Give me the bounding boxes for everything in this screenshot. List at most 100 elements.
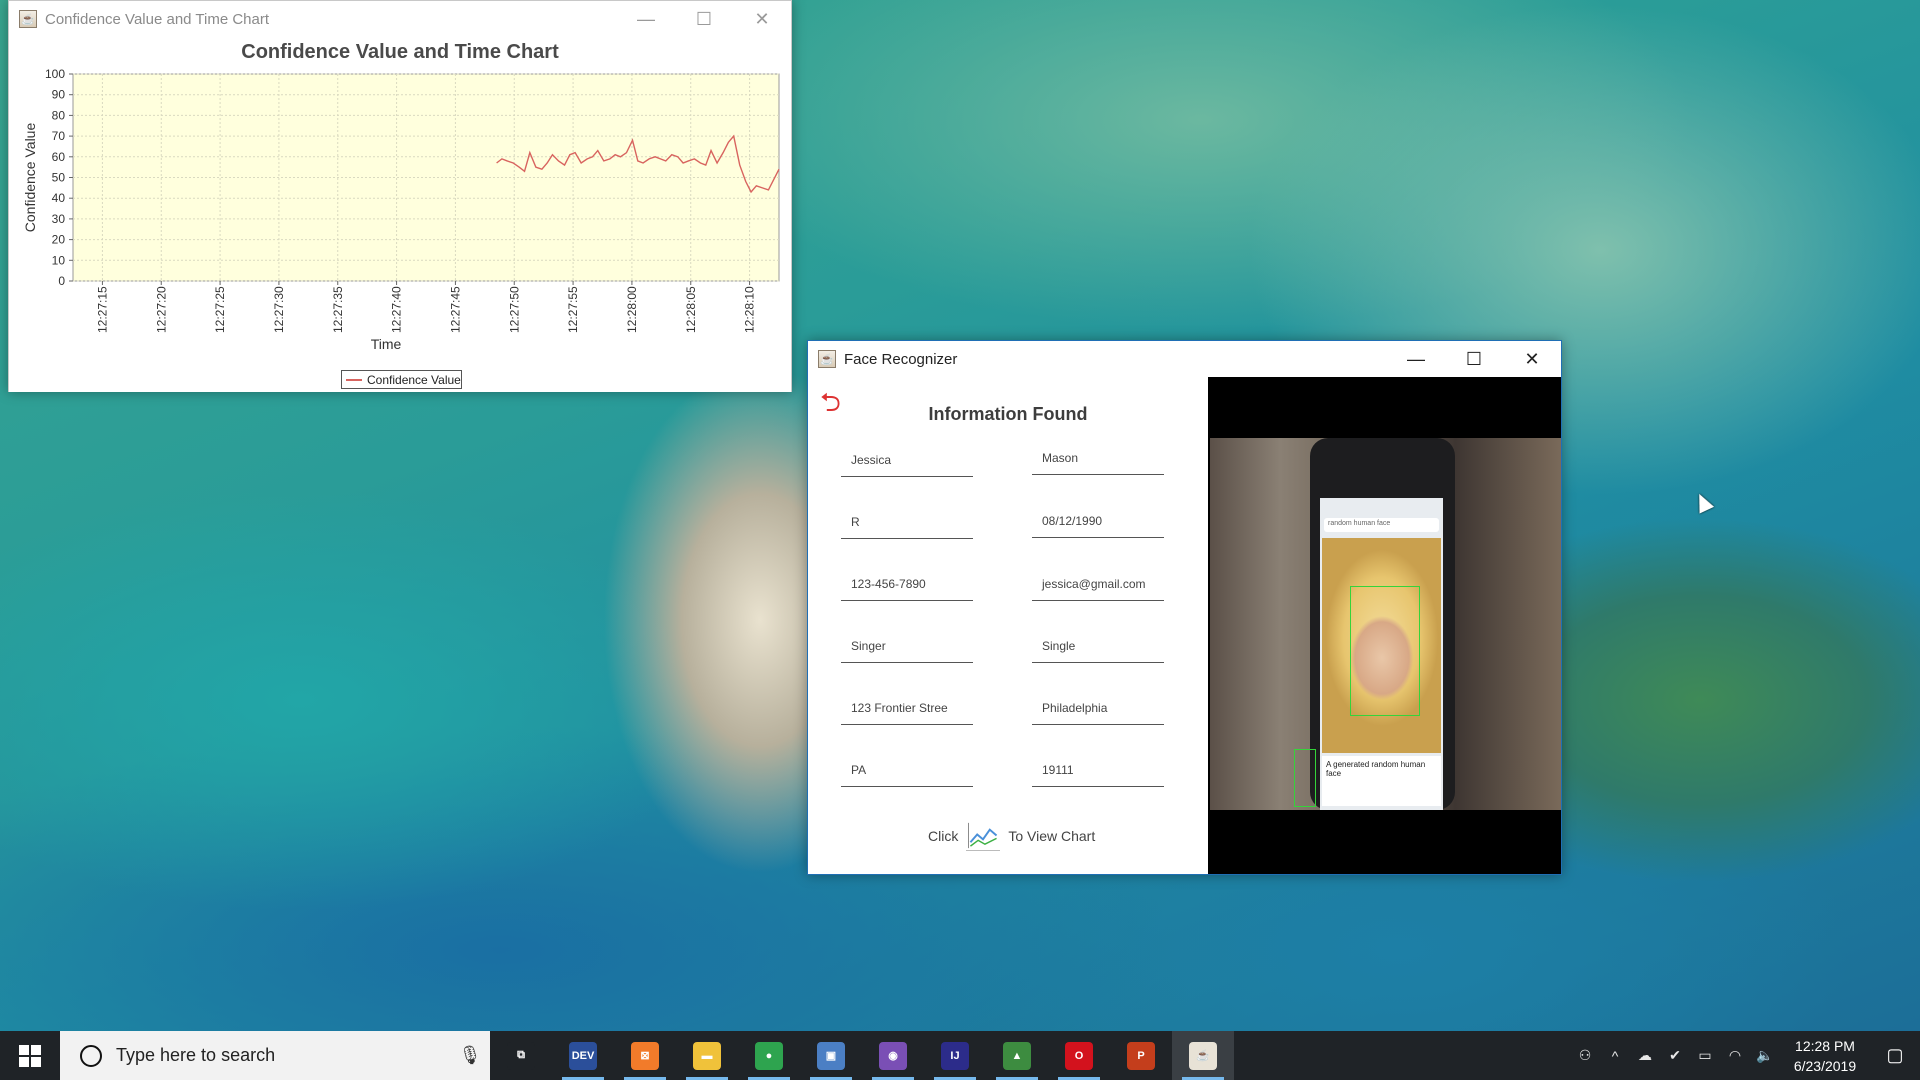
camera-feed: random human face A generated random hum… bbox=[1208, 377, 1561, 874]
taskbar-task-view-button[interactable]: ⧉ bbox=[490, 1031, 552, 1080]
x-tick-label: 12:27:50 bbox=[507, 286, 521, 333]
clock[interactable]: 12:28 PM 6/23/2019 bbox=[1780, 1036, 1870, 1076]
taskbar-powerpoint-button[interactable]: P bbox=[1110, 1031, 1172, 1080]
xampp-icon: ⊠ bbox=[631, 1041, 659, 1070]
taskbar-dev-cpp-button[interactable]: DEV bbox=[552, 1031, 614, 1080]
x-tick-label: 12:27:25 bbox=[213, 286, 227, 333]
cortana-icon bbox=[80, 1044, 102, 1067]
state-field[interactable]: PA bbox=[841, 753, 973, 787]
taskbar-opera-button[interactable]: O bbox=[1048, 1031, 1110, 1080]
taskbar-search[interactable]: Type here to search 🎙 bbox=[60, 1031, 490, 1080]
street-field[interactable]: 123 Frontier Stree bbox=[841, 691, 973, 725]
email-field[interactable]: jessica@gmail.com bbox=[1032, 567, 1164, 601]
face-window-titlebar[interactable]: ☕ Face Recognizer — ☐ ✕ bbox=[808, 341, 1561, 377]
system-tray: ⚇ ^ ☁ ✔ ▭ ◠ 🔈 12:28 PM 6/23/2019 ▢ bbox=[1570, 1031, 1920, 1080]
middle-initial-field[interactable]: R bbox=[841, 505, 973, 539]
y-tick-label: 80 bbox=[52, 108, 66, 122]
microphone-icon[interactable]: 🎙 bbox=[450, 1045, 490, 1066]
task-view-icon: ⧉ bbox=[507, 1041, 535, 1070]
marital-status-field[interactable]: Single bbox=[1032, 629, 1164, 663]
first-name-field[interactable]: Jessica bbox=[841, 443, 973, 477]
y-tick-label: 40 bbox=[52, 191, 66, 205]
maximize-button[interactable]: ☐ bbox=[675, 1, 733, 37]
info-heading: Information Found bbox=[928, 404, 1088, 424]
chart-window-title: Confidence Value and Time Chart bbox=[45, 10, 270, 28]
clock-time: 12:28 PM bbox=[1795, 1037, 1855, 1054]
close-button[interactable]: ✕ bbox=[1503, 341, 1561, 377]
windows-logo-icon bbox=[19, 1044, 41, 1067]
taskbar-github-button[interactable]: ◉ bbox=[862, 1031, 924, 1080]
show-hidden-icons-icon[interactable]: ^ bbox=[1600, 1048, 1630, 1064]
y-axis-label: Confidence Value bbox=[22, 123, 38, 233]
x-tick-label: 12:28:00 bbox=[625, 286, 639, 333]
y-tick-label: 50 bbox=[52, 171, 66, 185]
phone-caption: A generated random human face bbox=[1322, 756, 1441, 806]
action-center-icon[interactable]: ▢ bbox=[1870, 1045, 1920, 1066]
minimize-button[interactable]: — bbox=[617, 1, 675, 37]
face-recognizer-window[interactable]: ☕ Face Recognizer — ☐ ✕ ⮌ Information Fo… bbox=[807, 340, 1562, 875]
taskbar-chrome-button[interactable]: ● bbox=[738, 1031, 800, 1080]
taskbar-apps: ⧉ DEV ⊠ ▬ ● ▣ ◉ IJ ▲ O P ☕ bbox=[490, 1031, 1234, 1080]
legend-label: Confidence Value bbox=[367, 372, 461, 387]
view-chart-prefix: Click bbox=[928, 828, 959, 844]
maximize-button[interactable]: ☐ bbox=[1445, 341, 1503, 377]
taskbar: Type here to search 🎙 ⧉ DEV ⊠ ▬ ● ▣ ◉ IJ ▲ O P ☕ ⚇ … bbox=[0, 1031, 1920, 1080]
chart-panel: Confidence Value and Time Chart 0 10 20 30 4… bbox=[9, 37, 791, 392]
zip-field[interactable]: 19111 bbox=[1032, 753, 1164, 787]
x-tick-label: 12:28:05 bbox=[684, 286, 698, 333]
chart-window[interactable]: ☕ Confidence Value and Time Chart — ☐ ✕ … bbox=[8, 0, 792, 392]
confidence-chart: 0 10 20 30 40 50 60 70 80 90 100 12:27:15 12:27:20 12… bbox=[22, 67, 780, 352]
x-tick-label: 12:28:10 bbox=[743, 286, 757, 333]
chart-window-titlebar[interactable]: ☕ Confidence Value and Time Chart — ☐ ✕ bbox=[9, 1, 791, 37]
y-tick-label: 60 bbox=[52, 150, 66, 164]
line-chart-icon[interactable] bbox=[966, 821, 1001, 851]
view-chart-suffix: To View Chart bbox=[1008, 828, 1096, 844]
y-tick-label: 20 bbox=[52, 233, 66, 247]
wifi-icon[interactable]: ◠ bbox=[1720, 1047, 1750, 1064]
y-tick-label: 70 bbox=[52, 129, 66, 143]
x-tick-label: 12:27:20 bbox=[154, 286, 168, 333]
clock-date: 6/23/2019 bbox=[1793, 1057, 1857, 1074]
github-icon: ◉ bbox=[879, 1041, 907, 1070]
opera-icon: O bbox=[1065, 1041, 1093, 1070]
x-tick-label: 12:27:30 bbox=[272, 286, 286, 333]
face-window-body: ⮌ Information Found Jessica Mason R 08/1… bbox=[808, 377, 1561, 874]
face-detection-box bbox=[1350, 586, 1420, 716]
y-tick-label: 0 bbox=[58, 274, 65, 288]
start-button[interactable] bbox=[0, 1031, 60, 1080]
last-name-field[interactable]: Mason bbox=[1032, 441, 1164, 475]
y-tick-label: 100 bbox=[45, 67, 65, 81]
taskbar-java-button[interactable]: ☕ bbox=[1172, 1031, 1234, 1080]
java-icon: ☕ bbox=[1189, 1041, 1217, 1070]
security-icon[interactable]: ✔ bbox=[1660, 1047, 1690, 1064]
phone-in-frame: random human face A generated random hum… bbox=[1310, 438, 1455, 810]
secondary-detection-box bbox=[1294, 749, 1316, 807]
taskbar-xampp-button[interactable]: ⊠ bbox=[614, 1031, 676, 1080]
x-tick-label: 12:27:40 bbox=[390, 286, 404, 333]
view-chart-link[interactable]: Click To View Chart bbox=[928, 821, 1095, 851]
minimize-button[interactable]: — bbox=[1387, 341, 1445, 377]
search-placeholder: Type here to search bbox=[116, 1045, 276, 1065]
taskbar-virtualbox-button[interactable]: ▣ bbox=[800, 1031, 862, 1080]
taskbar-intellij-button[interactable]: IJ bbox=[924, 1031, 986, 1080]
android-studio-icon: ▲ bbox=[1003, 1041, 1031, 1070]
powerpoint-icon: P bbox=[1127, 1041, 1155, 1070]
birth-date-field[interactable]: 08/12/1990 bbox=[1032, 504, 1164, 538]
taskbar-file-explorer-button[interactable]: ▬ bbox=[676, 1031, 738, 1080]
taskbar-android-studio-button[interactable]: ▲ bbox=[986, 1031, 1048, 1080]
phone-field[interactable]: 123-456-7890 bbox=[841, 567, 973, 601]
intellij-icon: IJ bbox=[941, 1041, 969, 1070]
x-tick-label: 12:27:15 bbox=[95, 286, 109, 333]
virtualbox-icon: ▣ bbox=[817, 1041, 845, 1070]
volume-icon[interactable]: 🔈 bbox=[1750, 1047, 1780, 1064]
close-button[interactable]: ✕ bbox=[733, 1, 791, 37]
occupation-field[interactable]: Singer bbox=[841, 629, 973, 663]
people-icon[interactable]: ⚇ bbox=[1570, 1047, 1600, 1064]
dev-cpp-icon: DEV bbox=[569, 1041, 597, 1070]
phone-screen: random human face A generated random hum… bbox=[1320, 498, 1443, 810]
onedrive-icon[interactable]: ☁ bbox=[1630, 1047, 1660, 1064]
x-tick-label: 12:27:35 bbox=[331, 286, 345, 333]
battery-icon[interactable]: ▭ bbox=[1690, 1047, 1720, 1064]
city-field[interactable]: Philadelphia bbox=[1032, 691, 1164, 725]
phone-search-bar: random human face bbox=[1324, 518, 1439, 532]
